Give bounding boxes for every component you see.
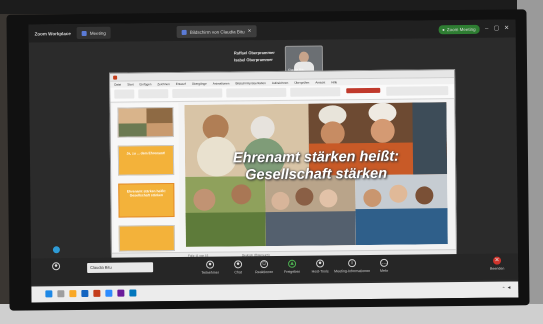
menu-item[interactable]: Einfügen (140, 82, 152, 86)
tab-screen-share[interactable]: Bildschirm von Claudia Bitu ✕ (176, 25, 257, 39)
slide-thumbnail[interactable]: Ja, zu ... dem Ehrenamt! (117, 145, 175, 176)
menu-item[interactable]: Übergänge (192, 82, 207, 86)
app-title: Zoom Workplace (34, 30, 71, 36)
current-slide: Ehrenamt stärken heißt: Gesellschaft stä… (184, 102, 448, 247)
close-icon[interactable]: ✕ (248, 28, 252, 34)
menu-item[interactable]: Entwurf (176, 82, 186, 86)
meeting-titlebar: Zoom Workplace Meeting Bildschirm von Cl… (28, 19, 516, 43)
control-label: Teilnehmer (201, 270, 219, 275)
maximize-icon[interactable]: ▢ (494, 26, 500, 32)
menu-item[interactable]: Ansicht (315, 80, 325, 84)
control-label: Freigeben (284, 269, 301, 274)
ribbon-group[interactable] (172, 88, 223, 99)
slide-thumbnail-pane: Ja, zu ... dem Ehrenamt! Ehrenamt stärke… (112, 102, 180, 256)
meeting-info-button[interactable]: i Meeting-Informationen (334, 259, 370, 273)
shield-icon: ● (316, 259, 325, 268)
photo-group (265, 175, 356, 247)
meeting-toolbar: ● Claudia Bitu ● Teilnehmer ● Chat ☺ Rea… (31, 253, 519, 285)
participant-name-tag: Claudia Bitu (87, 262, 154, 273)
slide-title-line: Gesellschaft stärken (245, 165, 388, 184)
control-label: Meeting-Informationen (334, 268, 371, 274)
menu-item[interactable]: Start (127, 82, 133, 86)
ribbon-group[interactable] (290, 87, 341, 97)
participants-icon: ● (206, 260, 215, 269)
control-label: Mehr (380, 268, 389, 273)
smiley-icon: ☺ (260, 260, 269, 269)
minimize-icon[interactable]: – (484, 26, 490, 32)
speaker-icon[interactable]: ◀ (508, 286, 511, 290)
search-icon[interactable] (57, 290, 65, 298)
chat-icon: ● (234, 260, 243, 269)
control-label: Host-Tools (311, 269, 329, 274)
close-window-icon[interactable]: ✕ (504, 26, 510, 32)
powerpoint-icon[interactable] (93, 289, 101, 297)
menu-item[interactable]: Hilfe (331, 80, 337, 84)
participants-button[interactable]: ● Teilnehmer (199, 260, 221, 275)
leave-button[interactable]: ✕ Beenden (488, 256, 506, 271)
more-icon: … (380, 258, 389, 267)
monitor-screen: Zoom Workplace Meeting Bildschirm von Cl… (28, 19, 519, 303)
share-screen-icon: ▲ (288, 259, 297, 268)
info-icon: i (348, 259, 357, 268)
thumbnail-text: Ja, zu ... dem Ehrenamt! (126, 151, 166, 156)
menu-item[interactable]: Animationen (213, 81, 230, 85)
speaker-name: Raffael Oberprammer (233, 49, 275, 56)
powerpoint-icon (113, 75, 118, 80)
outlook-icon[interactable] (129, 289, 137, 297)
system-tray: ≈ ◀ (503, 286, 511, 290)
menu-item[interactable]: Zeichnen (157, 82, 169, 86)
chat-button[interactable]: ● Chat (227, 260, 249, 274)
photo-gardening (185, 176, 266, 247)
host-tools-button[interactable]: ● Host-Tools (309, 259, 331, 274)
ribbon-group[interactable] (114, 89, 135, 99)
menu-item[interactable]: Überprüfen (294, 81, 309, 85)
microphone-icon: ● (52, 262, 61, 271)
screen-share-icon (181, 29, 187, 35)
control-label: Reaktionen (255, 270, 274, 275)
ribbon-group[interactable] (138, 89, 169, 99)
wifi-icon[interactable]: ≈ (503, 286, 505, 290)
name-tag-label: Claudia Bitu (90, 264, 112, 270)
share-button[interactable]: ▲ Freigeben (281, 259, 303, 274)
slide-thumbnail[interactable] (118, 225, 175, 252)
record-button[interactable] (346, 87, 381, 94)
title-right-controls: ● Zoom Meeting – ▢ ✕ (438, 24, 516, 34)
menu-item[interactable]: Datei (114, 83, 121, 87)
reactions-button[interactable]: ☺ Reaktionen (253, 260, 275, 274)
tab-meeting[interactable]: Meeting (76, 26, 111, 40)
shield-icon: ● (442, 26, 445, 32)
slide-thumbnail-selected[interactable]: Ehrenamt stärken heißt: Gesellschaft stä… (118, 183, 175, 218)
teams-icon[interactable] (117, 289, 125, 297)
slide-title: Ehrenamt stärken heißt: Gesellschaft stä… (185, 148, 447, 185)
tab-label: Bildschirm von Claudia Bitu (189, 28, 245, 35)
control-label: Chat (234, 270, 242, 275)
photo-community (355, 174, 448, 246)
more-button[interactable]: … Mehr (373, 258, 395, 273)
reaction-icon[interactable] (52, 246, 60, 254)
presentation-ribbon (110, 84, 455, 103)
tab-label: Meeting (89, 30, 106, 36)
menu-item[interactable]: Bildschirmpräsentation (235, 81, 265, 85)
account-pill[interactable]: ● Zoom Meeting (438, 24, 480, 34)
browser-icon[interactable] (81, 289, 89, 298)
microphone-button[interactable]: ● (45, 262, 67, 271)
windows-start-icon[interactable] (45, 290, 53, 298)
zoom-icon[interactable] (105, 289, 113, 297)
ribbon-group[interactable] (226, 87, 287, 98)
slide-thumbnail[interactable] (117, 107, 174, 138)
ribbon-group[interactable] (386, 86, 449, 96)
leave-icon: ✕ (493, 256, 502, 265)
speaker-name: Isabel Oberprammer (233, 57, 273, 63)
video-icon (81, 30, 87, 36)
control-label: Beenden (489, 266, 505, 271)
thumbnail-text: Ehrenamt stärken heißt: Gesellschaft stä… (126, 189, 166, 198)
shared-presentation-window: Datei Start Einfügen Zeichnen Entwurf Üb… (109, 69, 458, 261)
menu-item[interactable]: Aufzeichnen (272, 81, 289, 85)
account-label: Zoom Meeting (446, 26, 476, 32)
file-explorer-icon[interactable] (69, 290, 77, 298)
